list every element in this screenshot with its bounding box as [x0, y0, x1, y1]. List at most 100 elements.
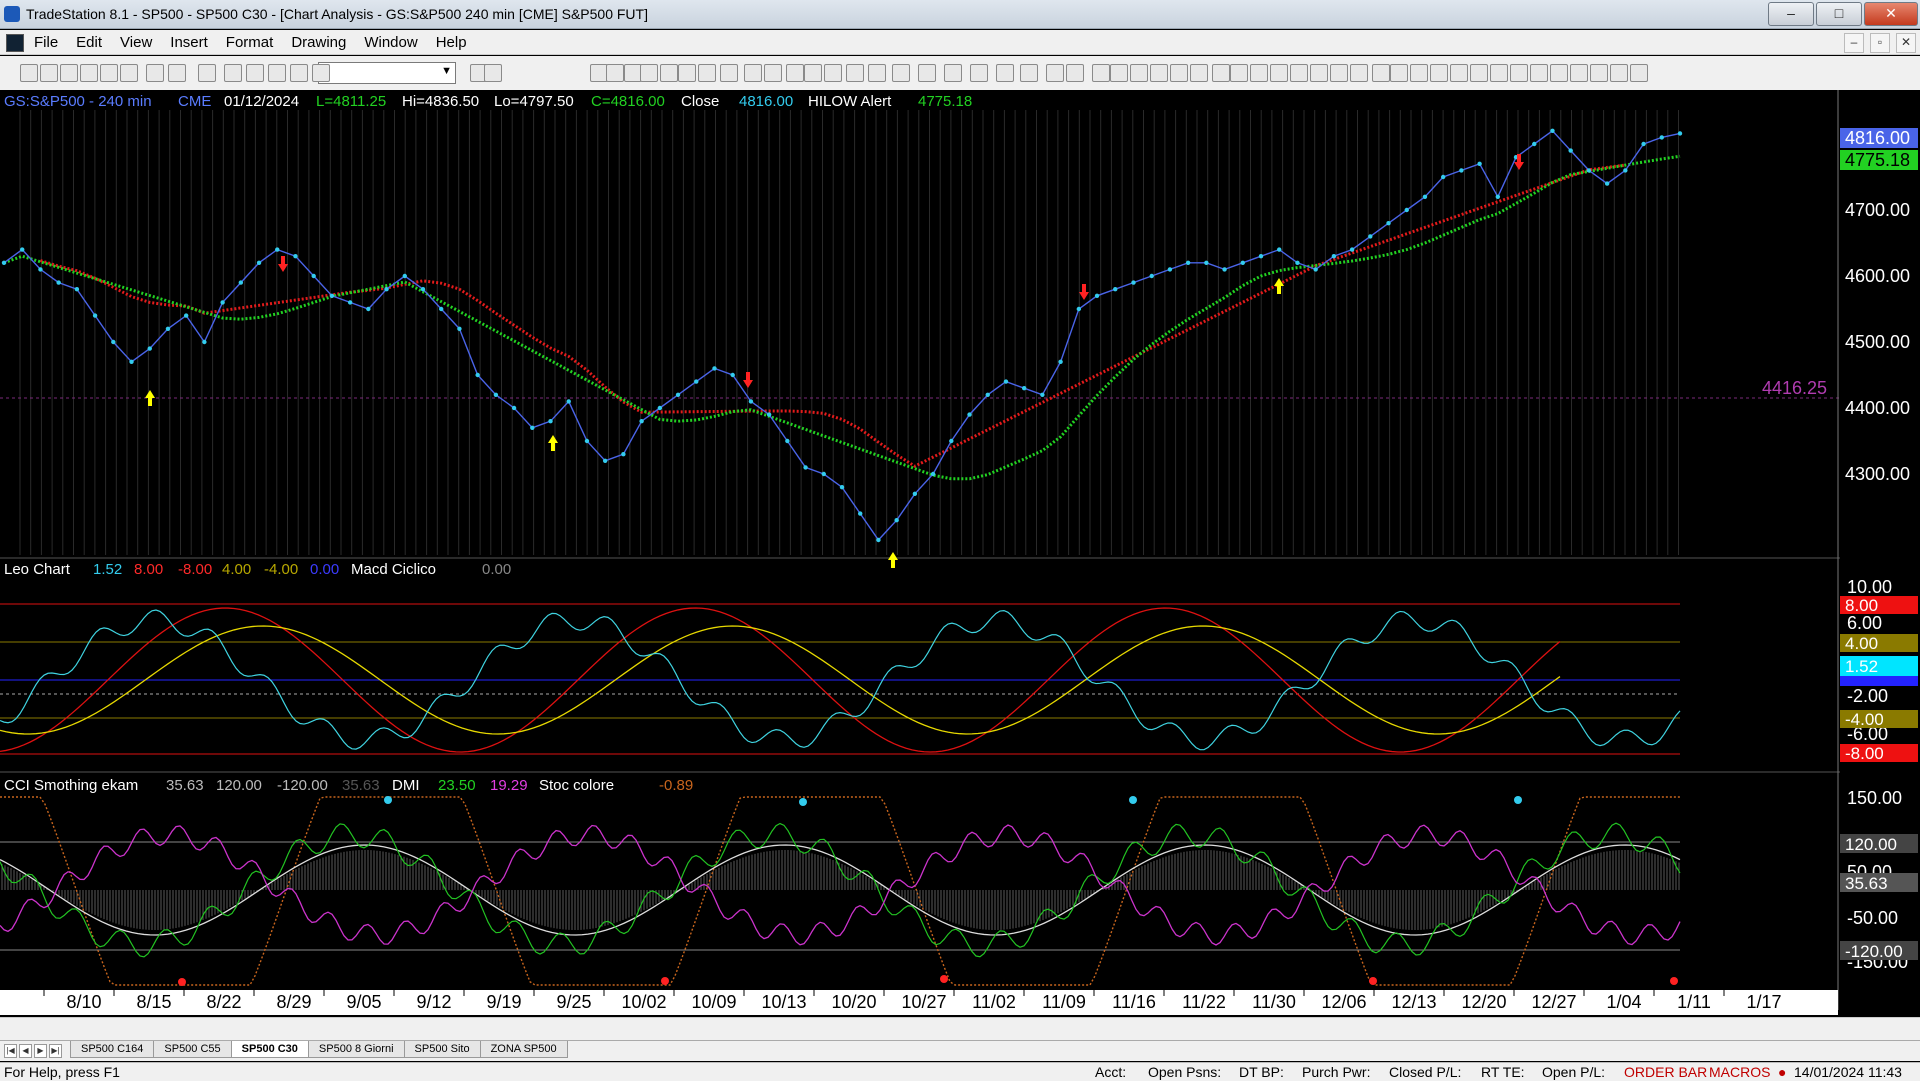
toolbar-tool-icon-31[interactable]: [892, 64, 910, 82]
toolbar-tool-icon-51[interactable]: [1330, 64, 1348, 82]
toolbar-tool-icon-9[interactable]: [224, 64, 242, 82]
first-tab-icon[interactable]: |◀: [4, 1044, 17, 1058]
toolbar-tool-icon-59[interactable]: [1490, 64, 1508, 82]
toolbar-tool-icon-2[interactable]: [60, 64, 78, 82]
toolbar-tool-icon-42[interactable]: [1150, 64, 1168, 82]
toolbar-tool-icon-64[interactable]: [1590, 64, 1608, 82]
menu-insert[interactable]: Insert: [170, 34, 208, 51]
toolbar-tool-icon-43[interactable]: [1170, 64, 1188, 82]
toolbar-tool-icon-47[interactable]: [1250, 64, 1268, 82]
minimize-button[interactable]: ‒: [1768, 2, 1814, 26]
toolbar-tool-icon-54[interactable]: [1390, 64, 1408, 82]
signal-dot: [178, 978, 186, 986]
toolbar-tool-icon-35[interactable]: [996, 64, 1014, 82]
chart-canvas[interactable]: GS:S&P500 - 240 min CME 01/12/2024 L=481…: [0, 90, 1920, 1015]
toolbar-tool-icon-20[interactable]: [660, 64, 678, 82]
toolbar-tool-icon-44[interactable]: [1190, 64, 1208, 82]
price-point: [183, 313, 189, 318]
toolbar-tool-icon-65[interactable]: [1610, 64, 1628, 82]
toolbar-tool-icon-12[interactable]: [290, 64, 308, 82]
toolbar-tool-icon-17[interactable]: [606, 64, 624, 82]
toolbar-tool-icon-29[interactable]: [846, 64, 864, 82]
toolbar-tool-icon-46[interactable]: [1230, 64, 1248, 82]
tab-zona-sp500[interactable]: ZONA SP500: [479, 1041, 568, 1058]
toolbar-tool-icon-32[interactable]: [918, 64, 936, 82]
chart-analysis-window[interactable]: GS:S&P500 - 240 min CME 01/12/2024 L=481…: [0, 90, 1920, 1030]
toolbar-tool-icon-1[interactable]: [40, 64, 58, 82]
chart-window-icon[interactable]: [6, 34, 24, 52]
menu-file[interactable]: File: [34, 34, 58, 51]
toolbar-tool-icon-34[interactable]: [970, 64, 988, 82]
toolbar-tool-icon-40[interactable]: [1110, 64, 1128, 82]
toolbar-tool-icon-19[interactable]: [640, 64, 658, 82]
menu-edit[interactable]: Edit: [76, 34, 102, 51]
tab-sp500-sito[interactable]: SP500 Sito: [403, 1041, 481, 1058]
toolbar-tool-icon-26[interactable]: [786, 64, 804, 82]
toolbar-tool-icon-63[interactable]: [1570, 64, 1588, 82]
status-order-bar[interactable]: ORDER BAR: [1624, 1064, 1707, 1080]
toolbar-tool-icon-10[interactable]: [246, 64, 264, 82]
mdi-restore-button[interactable]: ▫: [1870, 33, 1890, 53]
menu-help[interactable]: Help: [436, 34, 467, 51]
tab-sp500-c164[interactable]: SP500 C164: [70, 1041, 155, 1058]
toolbar-tool-icon-6[interactable]: [146, 64, 164, 82]
toolbar-tool-icon-7[interactable]: [168, 64, 186, 82]
toolbar-tool-icon-8[interactable]: [198, 64, 216, 82]
status-macros[interactable]: MACROS: [1709, 1064, 1770, 1080]
next-tab-icon[interactable]: ▶: [34, 1044, 47, 1058]
toolbar-tool-icon-39[interactable]: [1092, 64, 1110, 82]
toolbar-tool-icon-55[interactable]: [1410, 64, 1428, 82]
toolbar-tool-icon-58[interactable]: [1470, 64, 1488, 82]
last-tab-icon[interactable]: ▶|: [49, 1044, 62, 1058]
close-button[interactable]: ✕: [1864, 2, 1918, 26]
toolbar-tool-icon-36[interactable]: [1020, 64, 1038, 82]
toolbar-tool-icon-41[interactable]: [1130, 64, 1148, 82]
menu-view[interactable]: View: [120, 34, 152, 51]
symbol-dropdown[interactable]: ▼: [318, 62, 456, 84]
toolbar-tool-icon-61[interactable]: [1530, 64, 1548, 82]
mdi-close-button[interactable]: ✕: [1896, 33, 1916, 53]
toolbar-tool-icon-5[interactable]: [120, 64, 138, 82]
toolbar-tool-icon-48[interactable]: [1270, 64, 1288, 82]
chart-exchange: CME: [178, 93, 211, 110]
toolbar-tool-icon-50[interactable]: [1310, 64, 1328, 82]
toolbar-tool-icon-57[interactable]: [1450, 64, 1468, 82]
mdi-minimize-button[interactable]: ‒: [1844, 33, 1864, 53]
menu-window[interactable]: Window: [364, 34, 417, 51]
toolbar-tool-icon-11[interactable]: [268, 64, 286, 82]
price-point: [785, 438, 790, 444]
price-point: [420, 287, 426, 292]
toolbar-tool-icon-56[interactable]: [1430, 64, 1448, 82]
toolbar-tool-icon-66[interactable]: [1630, 64, 1648, 82]
tab-sp500-8-giorni[interactable]: SP500 8 Giorni: [307, 1041, 405, 1058]
toolbar-tool-icon-3[interactable]: [80, 64, 98, 82]
toolbar-tool-icon-22[interactable]: [698, 64, 716, 82]
toolbar-tool-icon-49[interactable]: [1290, 64, 1308, 82]
toolbar-tool-icon-25[interactable]: [764, 64, 782, 82]
toolbar-tool-icon-24[interactable]: [744, 64, 762, 82]
toolbar-tool-icon-30[interactable]: [868, 64, 886, 82]
toolbar-tool-icon-23[interactable]: [720, 64, 738, 82]
toolbar-tool-icon-45[interactable]: [1212, 64, 1230, 82]
toolbar-tool-icon-0[interactable]: [20, 64, 38, 82]
toolbar-tool-icon-38[interactable]: [1066, 64, 1084, 82]
toolbar-tool-icon-13[interactable]: [312, 64, 330, 82]
menu-format[interactable]: Format: [226, 34, 274, 51]
toolbar-tool-icon-21[interactable]: [678, 64, 696, 82]
toolbar-tool-icon-37[interactable]: [1046, 64, 1064, 82]
toolbar-tool-icon-53[interactable]: [1372, 64, 1390, 82]
prev-tab-icon[interactable]: ◀: [19, 1044, 32, 1058]
toolbar-tool-icon-60[interactable]: [1510, 64, 1528, 82]
horizontal-scrollbar[interactable]: [0, 1017, 1920, 1040]
menu-drawing[interactable]: Drawing: [291, 34, 346, 51]
tab-sp500-c55[interactable]: SP500 C55: [153, 1041, 232, 1058]
toolbar-tool-icon-27[interactable]: [804, 64, 822, 82]
maximize-button[interactable]: □: [1816, 2, 1862, 26]
toolbar-tool-icon-15[interactable]: [484, 64, 502, 82]
toolbar-tool-icon-52[interactable]: [1350, 64, 1368, 82]
toolbar-tool-icon-4[interactable]: [100, 64, 118, 82]
tab-sp500-c30[interactable]: SP500 C30: [230, 1041, 309, 1058]
toolbar-tool-icon-33[interactable]: [944, 64, 962, 82]
toolbar-tool-icon-28[interactable]: [824, 64, 842, 82]
toolbar-tool-icon-62[interactable]: [1550, 64, 1568, 82]
